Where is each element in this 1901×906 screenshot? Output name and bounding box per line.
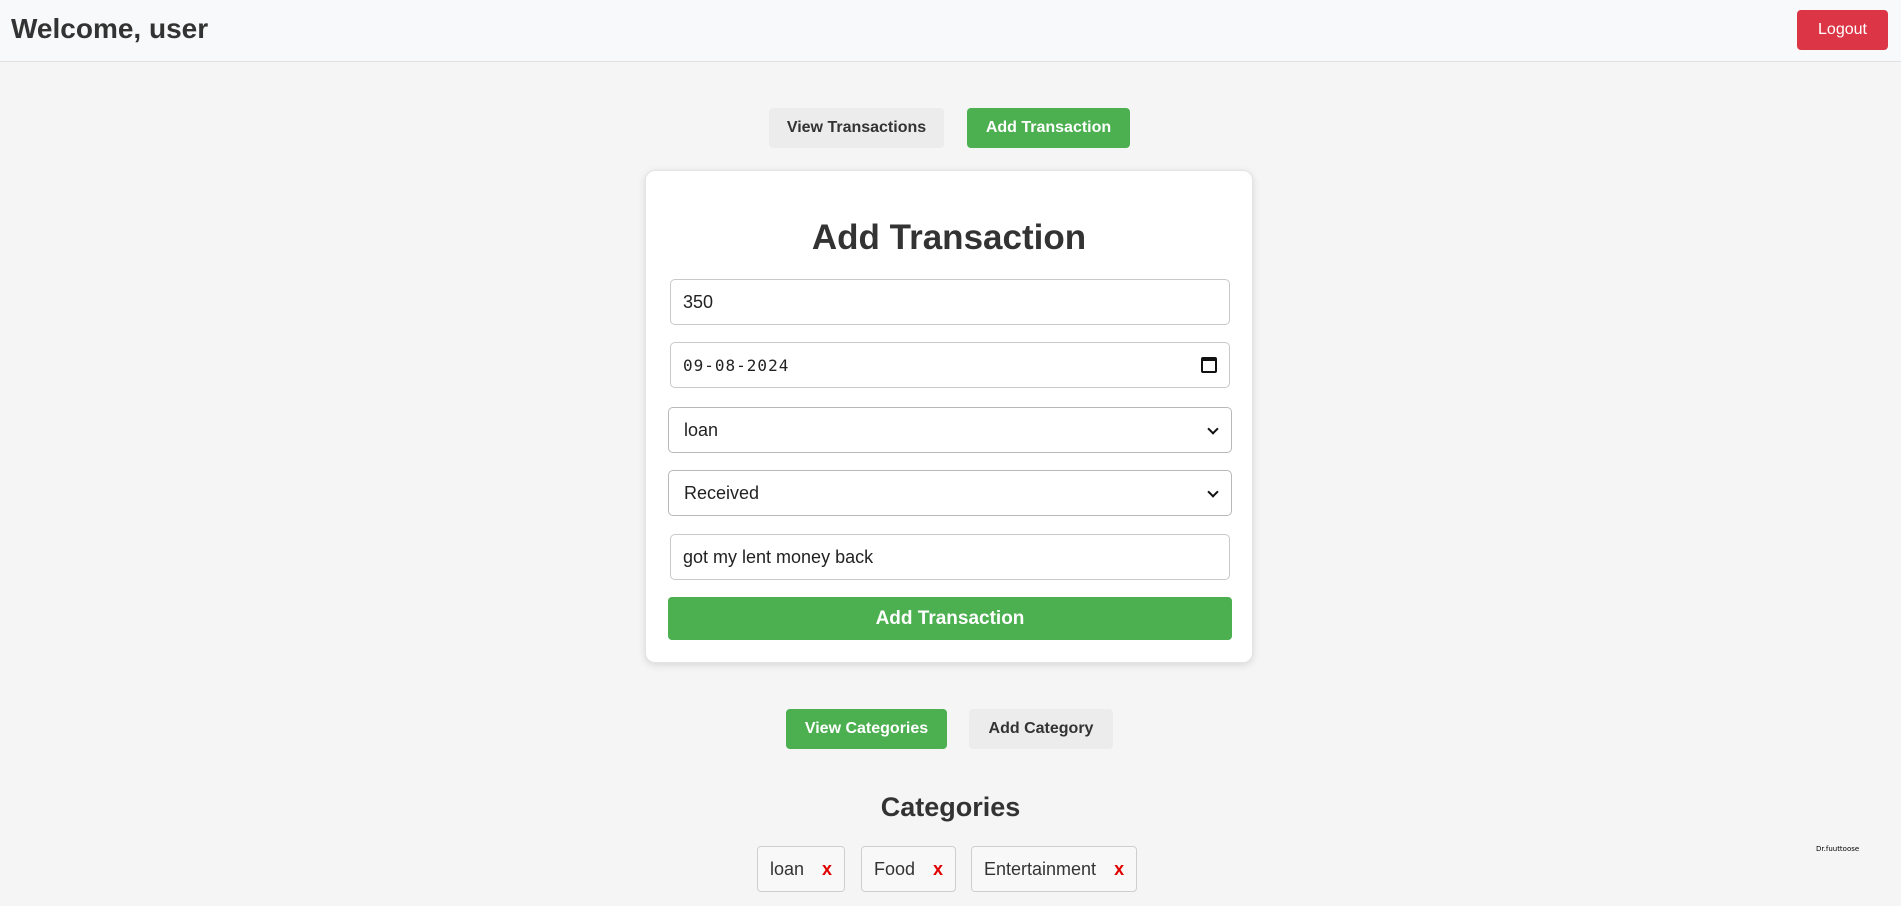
- chevron-down-icon: [1207, 487, 1219, 499]
- category-chip-label: Food: [874, 858, 916, 879]
- description-value: got my lent money back: [683, 546, 874, 567]
- add-transaction-form: Add Transaction 350 09-08-2024 loan Rece…: [645, 170, 1253, 663]
- add-transaction-tab-button[interactable]: Add Transaction: [967, 108, 1130, 148]
- chevron-down-icon: [1207, 424, 1219, 436]
- category-chip: Entertainment x: [971, 846, 1138, 892]
- welcome-heading: Welcome, user: [11, 13, 209, 44]
- categories-heading: Categories: [880, 792, 1021, 822]
- view-transactions-button[interactable]: View Transactions: [769, 108, 944, 148]
- amount-value: 350: [683, 291, 714, 312]
- type-select[interactable]: Received: [668, 470, 1232, 516]
- type-selected-value: Received: [684, 482, 760, 503]
- category-chip: Food x: [861, 846, 957, 892]
- category-chip: loan x: [757, 846, 846, 892]
- category-selected-value: loan: [684, 419, 719, 440]
- date-value: 09-08-2024: [683, 355, 790, 375]
- add-category-button[interactable]: Add Category: [969, 709, 1113, 749]
- date-input[interactable]: 09-08-2024: [670, 342, 1230, 388]
- form-title: Add Transaction: [811, 218, 1087, 257]
- category-chip-label: Entertainment: [984, 858, 1097, 879]
- add-transaction-submit-button[interactable]: Add Transaction: [668, 597, 1232, 640]
- corner-text: Dr.fuuttoose: [1816, 845, 1860, 853]
- category-chip-label: loan: [770, 858, 805, 879]
- view-categories-button[interactable]: View Categories: [786, 709, 947, 749]
- category-select[interactable]: loan: [668, 407, 1232, 453]
- remove-category-button[interactable]: x: [933, 859, 943, 880]
- remove-category-button[interactable]: x: [822, 859, 832, 880]
- top-header: Welcome, user Logout: [0, 0, 1901, 62]
- remove-category-button[interactable]: x: [1114, 859, 1124, 880]
- logout-button[interactable]: Logout: [1797, 10, 1888, 50]
- calendar-icon[interactable]: [1201, 357, 1217, 373]
- description-input[interactable]: got my lent money back: [670, 534, 1230, 580]
- amount-input[interactable]: 350: [670, 279, 1230, 325]
